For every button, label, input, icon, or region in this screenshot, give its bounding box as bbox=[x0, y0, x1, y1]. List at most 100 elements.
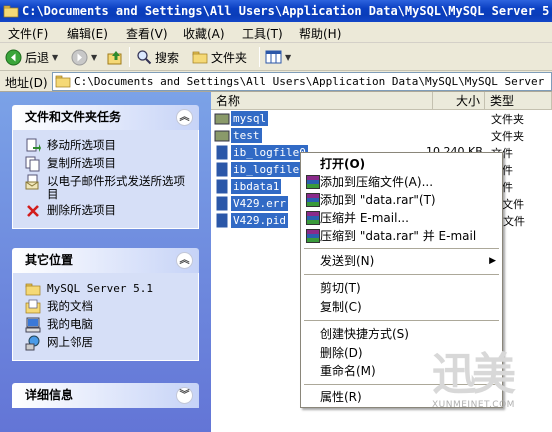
collapse-icon[interactable]: ︽ bbox=[176, 252, 193, 269]
file-tasks-title: 文件和文件夹任务 bbox=[25, 110, 122, 124]
delete-icon bbox=[27, 205, 39, 217]
place-label: 我的文档 bbox=[47, 299, 93, 313]
column-name[interactable]: 名称 bbox=[211, 92, 433, 110]
search-icon bbox=[137, 50, 152, 65]
address-input[interactable]: C:\Documents and Settings\All Users\Appl… bbox=[52, 72, 552, 91]
menu-separator bbox=[304, 274, 499, 275]
folder-icon bbox=[3, 5, 19, 18]
up-folder-button[interactable] bbox=[107, 48, 124, 66]
task-pane: 文件和文件夹任务 ︽ 移动所选项目 复制所选项目 以电子邮件形式发送所选项目 删… bbox=[0, 92, 211, 432]
window-title: C:\Documents and Settings\All Users\Appl… bbox=[22, 4, 552, 18]
email-icon bbox=[25, 174, 39, 190]
menu-item-send-to[interactable]: 发送到(N) ▶ bbox=[301, 252, 502, 270]
other-places-title: 其它位置 bbox=[25, 253, 74, 267]
search-label: 搜索 bbox=[155, 50, 180, 65]
folder-icon bbox=[192, 51, 208, 64]
other-places-body: MySQL Server 5.1 我的文档 我的电脑 网上邻居 bbox=[12, 273, 199, 361]
watermark-url: XUNMEINET.COM bbox=[432, 400, 515, 410]
place-my-computer[interactable]: 我的电脑 bbox=[25, 317, 190, 333]
file-name: mysql bbox=[231, 111, 269, 126]
menu-item-label: 重命名(M) bbox=[320, 364, 376, 378]
address-label: 地址(D) bbox=[5, 76, 48, 90]
menu-item-compress-to-rar-email[interactable]: 压缩到 "data.rar" 并 E-mail bbox=[301, 227, 502, 245]
menu-edit[interactable]: 编辑(E) bbox=[67, 25, 108, 42]
copy-icon bbox=[25, 156, 40, 172]
menu-tools[interactable]: 工具(T) bbox=[242, 25, 283, 42]
place-label: 网上邻居 bbox=[47, 335, 93, 349]
file-icon bbox=[215, 145, 229, 160]
menu-item-add-to-archive[interactable]: 添加到压缩文件(A)... bbox=[301, 173, 502, 191]
collapse-icon[interactable]: ︽ bbox=[176, 109, 193, 126]
column-name-label: 名称 bbox=[216, 94, 241, 108]
title-bar[interactable]: C:\Documents and Settings\All Users\Appl… bbox=[0, 0, 552, 22]
file-name: test bbox=[231, 128, 262, 143]
chevron-down-icon: ▼ bbox=[52, 52, 59, 62]
back-button[interactable]: 后退 ▼ bbox=[5, 48, 58, 66]
menu-item-label: 压缩到 "data.rar" 并 E-mail bbox=[320, 229, 477, 243]
menu-view[interactable]: 查看(V) bbox=[126, 25, 168, 42]
file-row[interactable]: test 文件夹 bbox=[211, 127, 552, 144]
column-type[interactable]: 类型 bbox=[485, 92, 552, 110]
task-label: 移动所选项目 bbox=[47, 138, 116, 152]
task-label: 删除所选项目 bbox=[47, 203, 116, 217]
menu-item-compress-email[interactable]: 压缩并 E-mail... bbox=[301, 209, 502, 227]
details-header[interactable]: 详细信息 ︾ bbox=[12, 383, 199, 408]
menu-item-create-shortcut[interactable]: 创建快捷方式(S) bbox=[301, 325, 502, 343]
file-tasks-panel: 文件和文件夹任务 ︽ 移动所选项目 复制所选项目 以电子邮件形式发送所选项目 删… bbox=[12, 105, 199, 229]
menu-separator bbox=[304, 248, 499, 249]
menu-item-cut[interactable]: 剪切(T) bbox=[301, 279, 502, 297]
task-label: 复制所选项目 bbox=[47, 156, 116, 170]
forward-button[interactable]: ▼ bbox=[71, 48, 97, 66]
menu-file[interactable]: 文件(F) bbox=[8, 25, 48, 42]
menu-item-copy[interactable]: 复制(C) bbox=[301, 298, 502, 316]
place-mysql-server[interactable]: MySQL Server 5.1 bbox=[25, 282, 190, 297]
menu-item-label: 剪切(T) bbox=[320, 281, 361, 295]
toolbar: 后退 ▼ ▼ 搜索 文件夹 ▼ bbox=[0, 43, 552, 71]
chevron-down-icon: ▼ bbox=[91, 52, 98, 62]
folder-icon bbox=[214, 130, 230, 142]
winrar-icon bbox=[306, 211, 320, 225]
menu-item-label: 发送到(N) bbox=[320, 254, 375, 268]
file-type: 文件夹 bbox=[491, 113, 524, 126]
other-places-panel: 其它位置 ︽ MySQL Server 5.1 我的文档 我的电脑 网上邻居 bbox=[12, 248, 199, 361]
search-button[interactable]: 搜索 bbox=[136, 48, 179, 66]
my-documents-icon bbox=[25, 299, 41, 314]
column-size[interactable]: 大小 bbox=[433, 92, 485, 110]
winrar-icon bbox=[306, 229, 320, 243]
task-delete[interactable]: 删除所选项目 bbox=[25, 204, 190, 219]
menu-help[interactable]: 帮助(H) bbox=[299, 25, 341, 42]
views-button[interactable]: ▼ bbox=[265, 48, 291, 66]
other-places-header[interactable]: 其它位置 ︽ bbox=[12, 248, 199, 273]
folder-icon bbox=[55, 75, 71, 88]
menu-item-label: 复制(C) bbox=[320, 300, 362, 314]
task-copy[interactable]: 复制所选项目 bbox=[25, 156, 190, 172]
details-title: 详细信息 bbox=[25, 388, 74, 402]
expand-icon[interactable]: ︾ bbox=[176, 387, 193, 404]
task-email[interactable]: 以电子邮件形式发送所选项目 bbox=[25, 174, 190, 201]
menu-item-label: 创建快捷方式(S) bbox=[320, 327, 409, 341]
menu-separator bbox=[304, 320, 499, 321]
file-row[interactable]: mysql 文件夹 bbox=[211, 110, 552, 127]
file-icon bbox=[215, 179, 229, 194]
file-tasks-header[interactable]: 文件和文件夹任务 ︽ bbox=[12, 105, 199, 130]
menu-item-open[interactable]: 打开(O) bbox=[301, 155, 502, 173]
task-move[interactable]: 移动所选项目 bbox=[25, 138, 190, 154]
menu-item-add-to-data-rar[interactable]: 添加到 "data.rar"(T) bbox=[301, 191, 502, 209]
address-value: C:\Documents and Settings\All Users\Appl… bbox=[74, 75, 552, 88]
watermark-logo-text: 迅美 bbox=[432, 349, 516, 400]
forward-arrow-icon bbox=[71, 49, 88, 65]
menu-item-label: 添加到压缩文件(A)... bbox=[320, 175, 434, 189]
folders-button[interactable]: 文件夹 bbox=[192, 48, 247, 66]
file-name: ib_logfile1 bbox=[231, 162, 308, 177]
place-my-documents[interactable]: 我的文档 bbox=[25, 300, 190, 315]
details-panel: 详细信息 ︾ bbox=[12, 383, 199, 408]
menu-favorites[interactable]: 收藏(A) bbox=[183, 25, 225, 42]
file-tasks-body: 移动所选项目 复制所选项目 以电子邮件形式发送所选项目 删除所选项目 bbox=[12, 130, 199, 229]
menu-bar: 文件(F) 编辑(E) 查看(V) 收藏(A) 工具(T) 帮助(H) bbox=[0, 22, 552, 43]
place-label: 我的电脑 bbox=[47, 317, 93, 331]
winrar-icon bbox=[306, 175, 320, 189]
place-network[interactable]: 网上邻居 bbox=[25, 335, 190, 351]
menu-item-label: 添加到 "data.rar"(T) bbox=[320, 193, 436, 207]
address-bar: 地址(D) C:\Documents and Settings\All User… bbox=[0, 71, 552, 92]
file-icon bbox=[215, 162, 229, 177]
